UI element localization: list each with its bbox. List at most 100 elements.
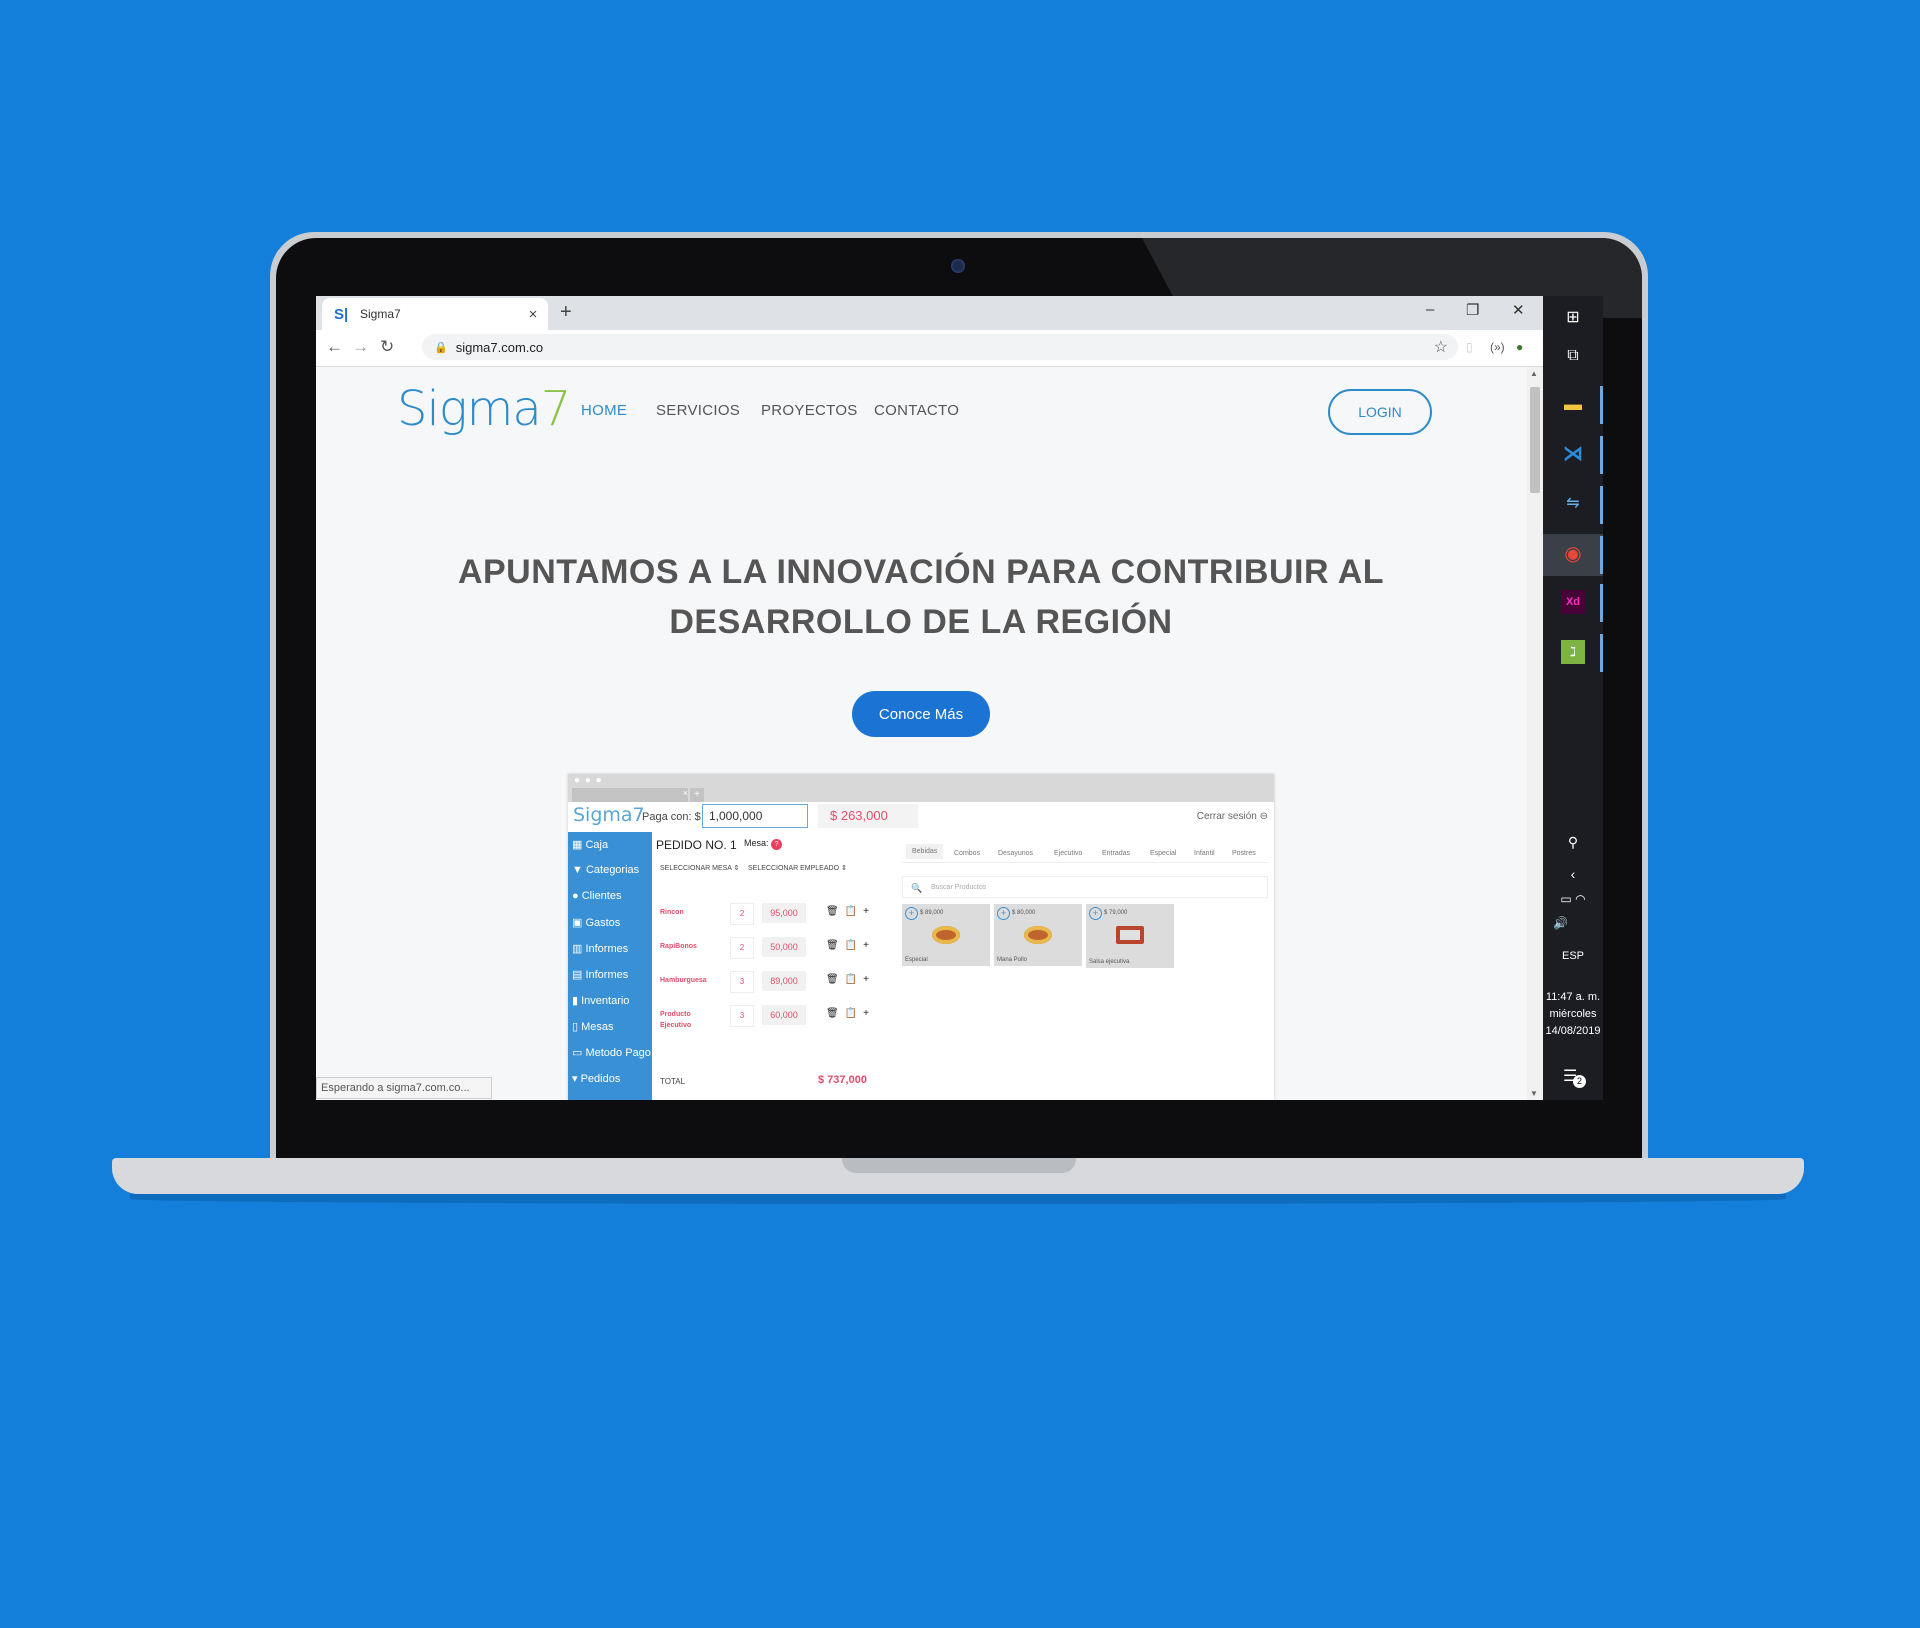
mock-row-name: RapiBonos (660, 943, 697, 950)
mock-row-qty: 2 (730, 937, 754, 959)
vscode-icon[interactable]: ⋊ (1561, 442, 1585, 466)
address-bar[interactable]: 🔒 sigma7.com.co ☆ (422, 334, 1458, 360)
mock-category: Combos (954, 850, 981, 857)
nav-home[interactable]: HOME (581, 402, 627, 419)
mock-sidebar-item: ▼ Categorias (572, 864, 640, 876)
bookmark-star-icon[interactable]: ☆ (1434, 337, 1448, 357)
tab-title: Sigma7 (360, 307, 401, 321)
mock-sidebar-item: ● Clientes (572, 890, 622, 902)
chrome-icon[interactable]: ◉ (1561, 542, 1585, 566)
food-image (932, 926, 960, 944)
mock-pay-label: Paga con: $ (642, 811, 701, 823)
scroll-thumb[interactable] (1530, 387, 1540, 493)
mock-category: Entradas (1102, 850, 1131, 857)
mock-row-price: 50,000 (762, 937, 806, 957)
running-indicator (1600, 634, 1603, 672)
mock-category: Especial (1150, 850, 1177, 857)
status-bubble: Esperando a sigma7.com.co... (316, 1077, 492, 1099)
page-viewport: Sigma7 HOME SERVICIOS PROYECTOS CONTACTO… (316, 367, 1527, 1100)
running-indicator (1600, 436, 1603, 474)
mock-row-qty: 2 (730, 903, 754, 925)
forward-button[interactable]: → (352, 337, 369, 357)
mock-pay-input: 1,000,000 (702, 804, 808, 828)
mock-row-actions: 🗑📋+ (826, 974, 875, 985)
extension-icon-2[interactable]: (») (1490, 340, 1505, 354)
laptop-notch (842, 1158, 1076, 1173)
mock-product-card: + $ 80,000 Mana Pollo (994, 904, 1082, 966)
mock-select-mesa: SELECCIONAR MESA ⇕ (660, 865, 740, 872)
mock-sidebar-item: ▣ Gastos (572, 917, 621, 929)
reload-button[interactable]: ↻ (380, 337, 394, 357)
chevron-left-icon[interactable]: ‹ (1543, 866, 1603, 882)
nav-proyectos[interactable]: PROYECTOS (761, 402, 858, 419)
mock-dots-icon: ● ● ● (574, 775, 603, 786)
nav-servicios[interactable]: SERVICIOS (656, 402, 740, 419)
scroll-down-icon[interactable]: ▼ (1530, 1089, 1538, 1098)
app-screenshot: ● ● ● × + Sigma7 Paga con: $ 1,000,000 $… (568, 774, 1274, 1100)
page-scrollbar[interactable]: ▲ ▼ (1527, 367, 1543, 1100)
mock-plus-icon: + (690, 788, 704, 802)
scroll-up-icon[interactable]: ▲ (1530, 369, 1538, 378)
mock-category: Infantil (1194, 850, 1215, 857)
mock-change-value: $ 263,000 (818, 804, 918, 828)
mock-sidebar-item: ▯ Mesas (572, 1021, 614, 1033)
tab-close-icon[interactable]: × (522, 306, 544, 323)
mock-total-value: $ 737,000 (818, 1074, 867, 1086)
mock-row-price: 89,000 (762, 971, 806, 991)
add-icon: + (1089, 907, 1102, 920)
mock-row-name: Hamburguesa (660, 977, 707, 984)
back-button[interactable]: ← (326, 337, 343, 357)
extension-icon[interactable]: ▯ (1466, 340, 1473, 354)
food-image (1024, 926, 1052, 944)
mock-row-price: 95,000 (762, 903, 806, 923)
mock-sidebar-item: ▾ Pedidos (572, 1073, 621, 1085)
mock-window-bar: ● ● ● × + (568, 774, 1274, 802)
mock-select-empleado: SELECCIONAR EMPLEADO ⇕ (748, 865, 847, 872)
taskbar-clock[interactable]: 11:47 a. m. miércoles 14/08/2019 (1543, 989, 1603, 1040)
windows-start-icon[interactable]: ⊞ (1561, 306, 1585, 330)
task-view-icon[interactable]: ⧉ (1561, 344, 1585, 368)
running-indicator (1600, 486, 1603, 524)
adobe-xd-icon[interactable]: Xd (1561, 590, 1585, 614)
running-indicator (1600, 536, 1603, 574)
conoce-mas-button[interactable]: Conoce Más (852, 691, 990, 737)
sigma7-logo[interactable]: Sigma7 (397, 381, 571, 437)
tab-sigma7[interactable]: S| Sigma7 × (322, 298, 548, 330)
login-button[interactable]: LOGIN (1328, 389, 1432, 435)
mock-total-label: TOTAL (660, 1077, 686, 1086)
action-center-icon[interactable]: ☰ 2 (1563, 1066, 1586, 1088)
close-window-button[interactable]: ✕ (1512, 301, 1525, 319)
mock-row-price: 60,000 (762, 1005, 806, 1025)
battery-wifi-icon[interactable]: ▭ ◠ (1543, 892, 1603, 906)
mock-row-actions: 🗑📋+ (826, 906, 875, 917)
extension-icon-3[interactable]: ● (1516, 340, 1523, 354)
mock-sidebar-item: ▦ Caja (572, 839, 609, 851)
language-indicator[interactable]: ESP (1543, 950, 1603, 962)
volume-icon[interactable]: 🔊 (1543, 916, 1603, 930)
mock-sidebar-item: ▤ Informes (572, 969, 629, 981)
hero-line-2: DESARROLLO DE LA REGIÓN (669, 603, 1173, 641)
app-icon[interactable]: ℷ (1561, 640, 1585, 664)
mock-logo: Sigma7 (573, 804, 645, 826)
new-tab-button[interactable]: + (560, 301, 572, 324)
mock-logout: Cerrar sesión ⊖ (1196, 811, 1268, 822)
mock-search: 🔍 Buscar Productos (902, 876, 1268, 898)
add-icon: + (905, 907, 918, 920)
remote-desktop-icon[interactable]: ⇋ (1561, 492, 1585, 516)
nav-contacto[interactable]: CONTACTO (874, 402, 959, 419)
mock-row-actions: 🗑📋+ (826, 940, 875, 951)
url-text: sigma7.com.co (455, 339, 544, 355)
mock-category: Desayunos (998, 850, 1034, 857)
restore-button[interactable]: ❐ (1466, 301, 1479, 319)
file-explorer-icon[interactable]: ▬ (1561, 392, 1585, 416)
minimize-button[interactable]: – (1426, 301, 1434, 318)
laptop-shadow (130, 1194, 1786, 1204)
mock-category: Bebidas (906, 844, 944, 859)
people-icon[interactable]: ⚲ (1543, 834, 1603, 851)
mock-sidebar: ▦ Caja ▼ Categorias ● Clientes ▣ Gastos … (568, 832, 652, 1100)
webcam (951, 259, 965, 273)
mock-row-qty: 3 (730, 971, 754, 993)
favicon-icon: S| (334, 305, 349, 323)
mock-product-card: + $ 79,000 Salsa ejecutiva (1086, 904, 1174, 968)
running-indicator (1600, 386, 1603, 424)
